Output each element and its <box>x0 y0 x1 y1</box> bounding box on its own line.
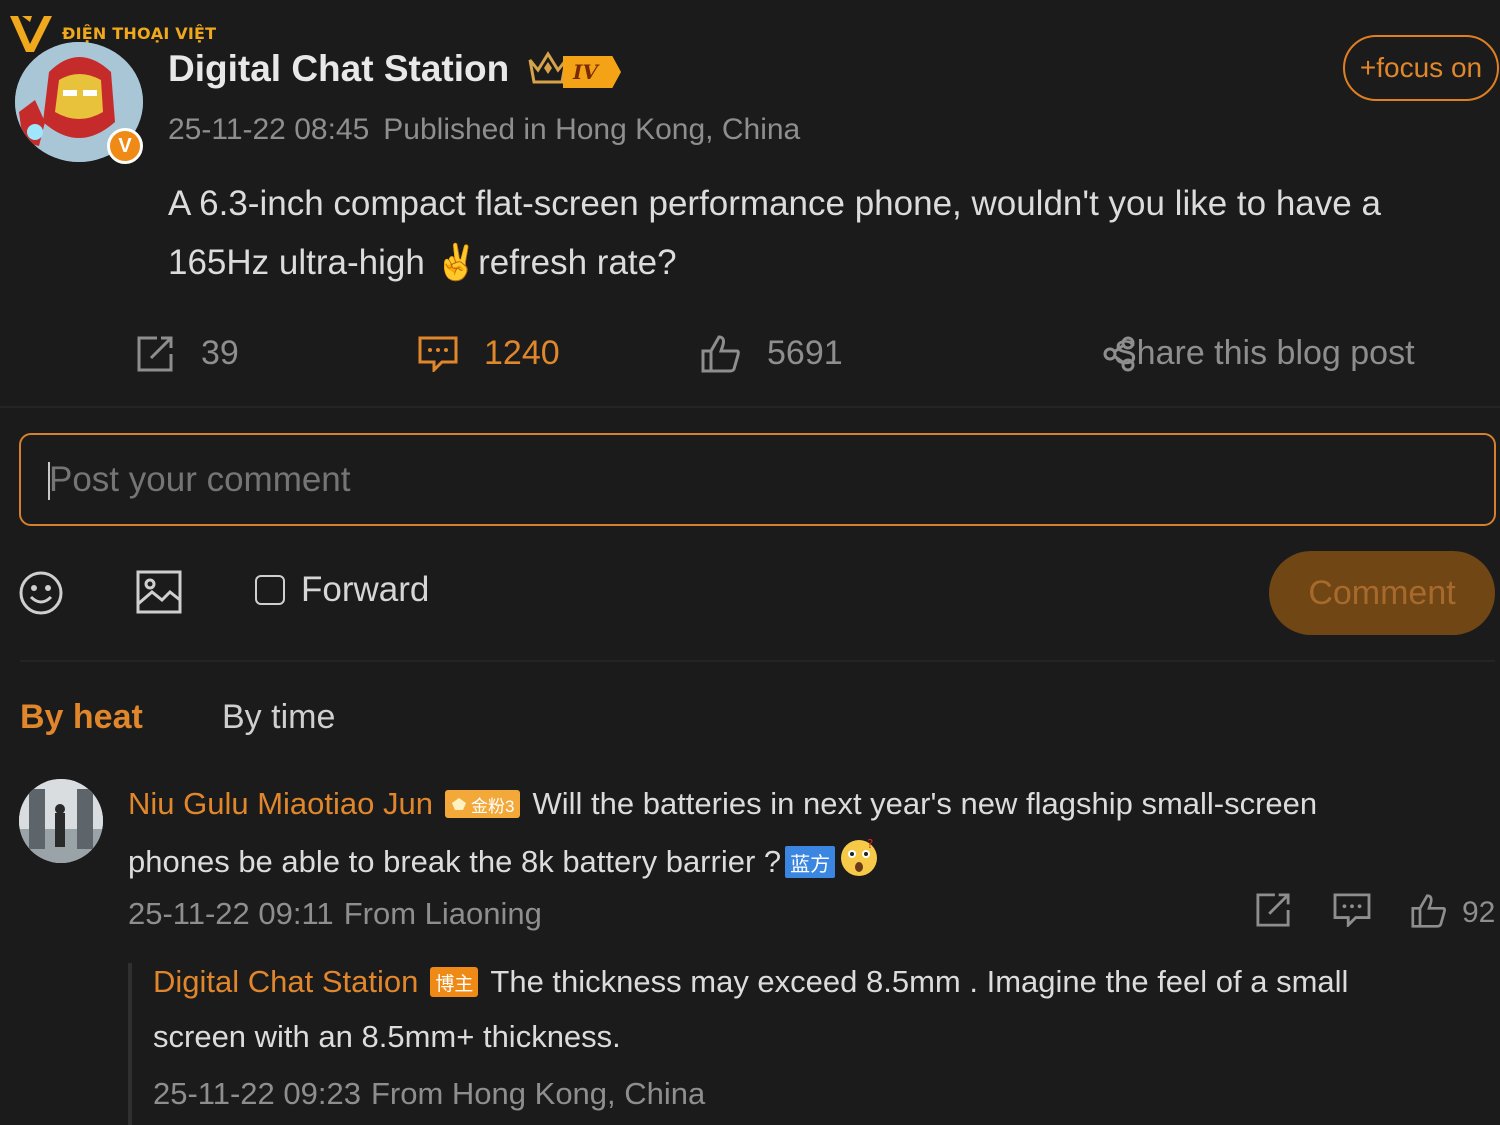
comment-like-count: 92 <box>1462 896 1496 929</box>
comment-submit-button[interactable]: Comment <box>1269 551 1495 635</box>
reply-thread-bar <box>128 963 132 1125</box>
like-action[interactable]: 5691 <box>701 334 843 373</box>
repost-action[interactable]: 39 <box>135 334 239 373</box>
comment-line-2: phones be able to break the 8k battery b… <box>128 837 879 886</box>
fan-badge: 金粉3 <box>445 790 521 818</box>
comment-meta: 25-11-22 09:11 From Liaoning <box>128 896 542 932</box>
comment-location: From Liaoning <box>343 896 542 931</box>
post-text-line-2: 165Hz ultra-high ✌️refresh rate? <box>168 233 1500 292</box>
reply-meta: 25-11-22 09:23 From Hong Kong, China <box>153 1076 705 1112</box>
post-timestamp: 25-11-22 08:45 <box>168 113 370 146</box>
verified-badge: V <box>107 128 143 164</box>
fan-badge-icon <box>452 798 466 810</box>
comment-timestamp: 25-11-22 09:11 <box>128 896 334 931</box>
forward-checkbox[interactable] <box>255 575 285 605</box>
reply-text-line-1: The thickness may exceed 8.5mm . Imagine… <box>490 964 1349 999</box>
reply-line-1: Digital Chat Station 博主 The thickness ma… <box>153 964 1348 1000</box>
post-text-segment: 165Hz ultra-high <box>168 243 425 282</box>
user-level-badge: IV <box>563 56 621 88</box>
tab-by-time[interactable]: By time <box>222 698 335 737</box>
fan-badge-label: 金粉3 <box>471 796 515 816</box>
post-body: A 6.3-inch compact flat-screen performan… <box>168 174 1500 292</box>
crown-icon <box>528 51 568 84</box>
share-action[interactable]: Share this blog post <box>1102 334 1415 373</box>
repost-count: 39 <box>201 334 239 372</box>
comment-like-icon[interactable] <box>1411 893 1447 929</box>
comment-line-1: Niu Gulu Miaotiao Jun 金粉3 Will the batte… <box>128 786 1317 822</box>
text-caret <box>48 462 50 500</box>
forward-label: Forward <box>301 570 430 609</box>
victory-hand-emoji: ✌️ <box>434 243 479 282</box>
svg-text:?: ? <box>867 838 873 851</box>
comment-repost-icon[interactable] <box>1254 893 1292 927</box>
forward-option[interactable]: Forward <box>255 570 429 610</box>
surprised-emoji: ? 😲 <box>839 837 879 886</box>
comment-icon <box>418 336 458 372</box>
divider <box>0 406 1500 408</box>
comment-count: 1240 <box>484 334 560 372</box>
thumbs-up-icon <box>701 334 740 372</box>
reply-timestamp: 25-11-22 09:23 <box>153 1076 361 1111</box>
post-text-segment: refresh rate? <box>478 243 677 282</box>
divider <box>20 660 1495 662</box>
like-count: 5691 <box>767 334 843 372</box>
post-author-name[interactable]: Digital Chat Station <box>168 48 509 90</box>
reply-author-name[interactable]: Digital Chat Station <box>153 964 418 1000</box>
reply-location: From Hong Kong, China <box>370 1076 706 1111</box>
emoji-picker-icon[interactable] <box>18 570 64 616</box>
tab-by-heat[interactable]: By heat <box>20 698 143 737</box>
follow-button[interactable]: +focus on <box>1343 35 1499 101</box>
post-text-line-1: A 6.3-inch compact flat-screen performan… <box>168 184 1381 223</box>
watermark-text: ĐIỆN THOẠI VIỆT <box>62 24 217 43</box>
comment-input[interactable] <box>19 433 1496 526</box>
author-badge: 博主 <box>430 967 479 997</box>
image-upload-icon[interactable] <box>136 570 182 614</box>
comment-text-line-2: phones be able to break the 8k battery b… <box>128 844 782 879</box>
commenter-name[interactable]: Niu Gulu Miaotiao Jun <box>128 786 433 822</box>
comment-reply-icon[interactable] <box>1333 893 1371 927</box>
post-meta: 25-11-22 08:45 Published in Hong Kong, Ch… <box>168 113 800 147</box>
reply-text-line-2: screen with an 8.5mm+ thickness. <box>153 1019 621 1054</box>
commenter-avatar[interactable] <box>19 779 103 863</box>
comment-text-line-1: Will the batteries in next year's new fl… <box>532 786 1318 821</box>
comment-action[interactable]: 1240 <box>418 334 560 373</box>
team-badge: 蓝方 <box>785 846 836 878</box>
repost-icon <box>137 336 173 371</box>
post-location: Published in Hong Kong, China <box>383 113 801 146</box>
share-label: Share this blog post <box>1114 334 1415 372</box>
